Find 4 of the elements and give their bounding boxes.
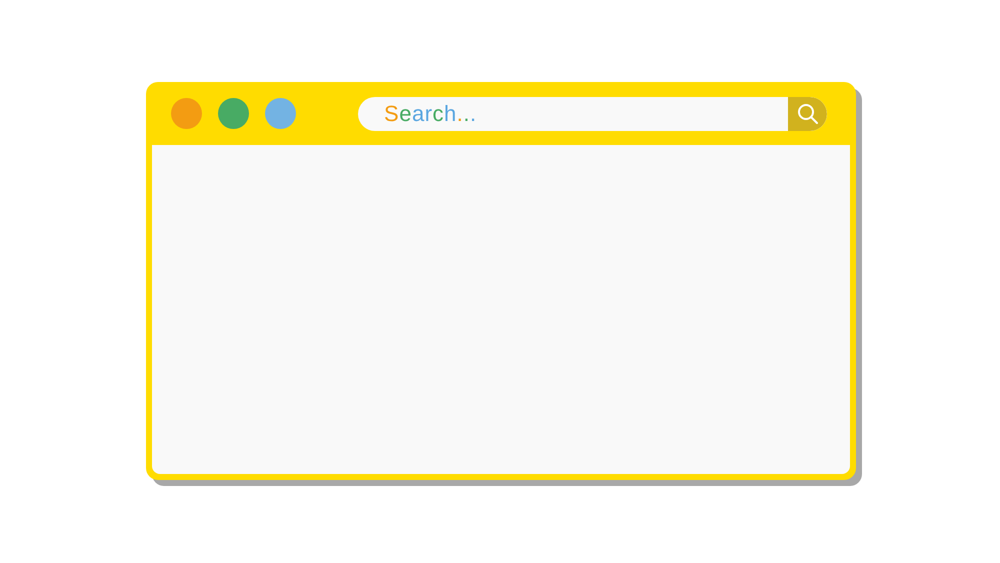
search-icon — [796, 102, 818, 124]
search-field[interactable]: Search... — [358, 96, 827, 130]
search-button[interactable] — [788, 96, 827, 130]
search-placeholder: Search... — [384, 102, 478, 124]
